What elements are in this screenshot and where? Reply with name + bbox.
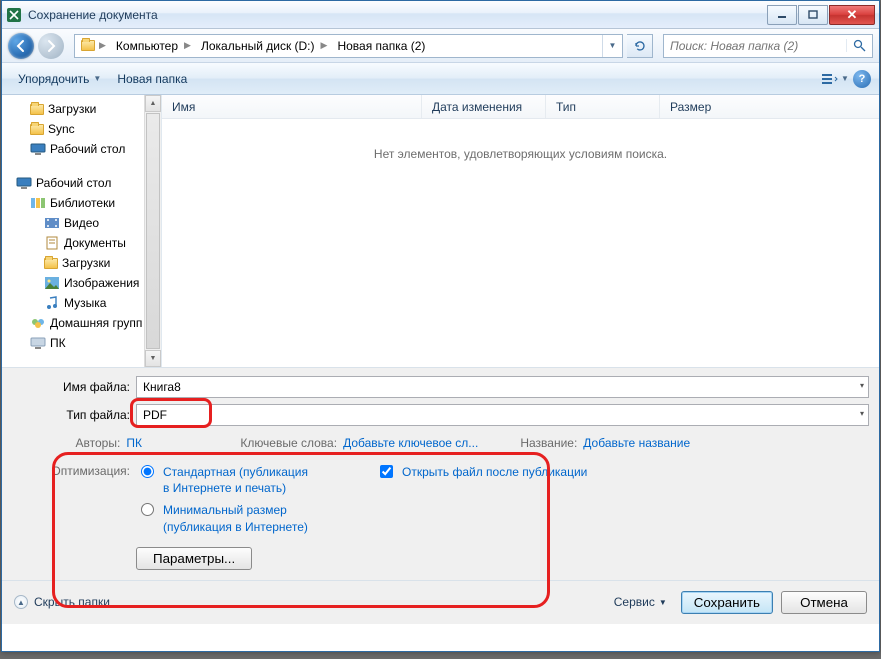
refresh-button[interactable] xyxy=(627,34,653,58)
breadcrumb-disk[interactable]: Локальный диск (D:) xyxy=(193,35,319,57)
window-title: Сохранение документа xyxy=(28,8,766,22)
filename-label: Имя файла: xyxy=(12,380,136,394)
folder-icon xyxy=(30,104,44,115)
save-button[interactable]: Сохранить xyxy=(681,591,773,614)
music-icon xyxy=(44,295,60,311)
view-options-button[interactable]: ▼ xyxy=(821,68,849,90)
tree-video[interactable]: Видео xyxy=(64,216,99,230)
folder-icon xyxy=(81,40,95,51)
filetype-select[interactable]: PDF▾ xyxy=(136,404,869,426)
minimize-button[interactable] xyxy=(767,5,797,25)
filetype-label: Тип файла: xyxy=(12,408,136,422)
tree-sync[interactable]: Sync xyxy=(48,122,75,136)
authors-value[interactable]: ПК xyxy=(126,436,142,450)
title-value[interactable]: Добавьте название xyxy=(583,436,690,450)
dialog-footer: ▲ Скрыть папки Сервис▼ Сохранить Отмена xyxy=(2,580,879,624)
folder-icon xyxy=(30,124,44,135)
tree-music[interactable]: Музыка xyxy=(64,296,106,310)
address-dropdown[interactable]: ▼ xyxy=(602,35,622,57)
filename-input[interactable]: Книга8▾ xyxy=(136,376,869,398)
tree-desktop-fav[interactable]: Рабочий стол xyxy=(50,142,125,156)
search-input[interactable] xyxy=(664,39,846,53)
documents-icon xyxy=(44,235,60,251)
column-type[interactable]: Тип xyxy=(546,95,660,118)
cancel-button[interactable]: Отмена xyxy=(781,591,867,614)
libraries-icon xyxy=(30,195,46,211)
checkbox-open-after[interactable]: Открыть файл после публикации xyxy=(376,464,587,481)
hide-folders-link[interactable]: Скрыть папки xyxy=(34,595,110,609)
app-icon xyxy=(6,7,22,23)
new-folder-button[interactable]: Новая папка xyxy=(109,68,195,90)
navigation-bar: ▶ Компьютер ▶ Локальный диск (D:) ▶ Нова… xyxy=(2,29,879,63)
folder-tree[interactable]: Загрузки Sync Рабочий стол Рабочий стол … xyxy=(2,95,162,367)
tree-libraries[interactable]: Библиотеки xyxy=(50,196,115,210)
back-button[interactable] xyxy=(8,33,34,59)
tree-downloads2[interactable]: Загрузки xyxy=(62,256,110,270)
save-options-panel: Имя файла: Книга8▾ Тип файла: PDF▾ Автор… xyxy=(2,367,879,580)
empty-message: Нет элементов, удовлетворяющих условиям … xyxy=(162,119,879,161)
computer-icon xyxy=(30,335,46,351)
desktop-icon xyxy=(16,175,32,191)
radio-standard[interactable]: Стандартная (публикация в Интернете и пе… xyxy=(136,464,316,496)
tree-desktop[interactable]: Рабочий стол xyxy=(36,176,111,190)
breadcrumb-computer[interactable]: Компьютер xyxy=(108,35,182,57)
tree-downloads[interactable]: Загрузки xyxy=(48,102,96,116)
desktop-icon xyxy=(30,141,46,157)
file-list-pane: Имя Дата изменения Тип Размер Нет элемен… xyxy=(162,95,879,367)
breadcrumb-folder[interactable]: Новая папка (2) xyxy=(329,35,429,57)
column-date[interactable]: Дата изменения xyxy=(422,95,546,118)
column-size[interactable]: Размер xyxy=(660,95,879,118)
tree-homegroup[interactable]: Домашняя групп xyxy=(50,316,142,330)
column-name[interactable]: Имя xyxy=(162,95,422,118)
help-button[interactable]: ? xyxy=(853,70,871,88)
keywords-value[interactable]: Добавьте ключевое сл... xyxy=(343,436,478,450)
close-button[interactable]: ✕ xyxy=(829,5,875,25)
search-box[interactable] xyxy=(663,34,873,58)
title-label: Название: xyxy=(520,436,577,450)
toolbar: Упорядочить▼ Новая папка ▼ ? xyxy=(2,63,879,95)
video-icon xyxy=(44,215,60,231)
optimization-label: Оптимизация: xyxy=(12,464,136,570)
pictures-icon xyxy=(44,275,60,291)
organize-button[interactable]: Упорядочить▼ xyxy=(10,68,109,90)
service-dropdown[interactable]: Сервис▼ xyxy=(608,595,673,609)
maximize-button[interactable] xyxy=(798,5,828,25)
forward-button[interactable] xyxy=(38,33,64,59)
search-icon[interactable] xyxy=(846,39,872,52)
address-bar[interactable]: ▶ Компьютер ▶ Локальный диск (D:) ▶ Нова… xyxy=(74,34,623,58)
parameters-button[interactable]: Параметры... xyxy=(136,547,252,570)
folder-icon xyxy=(44,258,58,269)
keywords-label: Ключевые слова: xyxy=(240,436,337,450)
tree-pictures[interactable]: Изображения xyxy=(64,276,139,290)
radio-minimal[interactable]: Минимальный размер (публикация в Интерне… xyxy=(136,502,316,534)
titlebar: Сохранение документа ✕ xyxy=(2,1,879,29)
tree-documents[interactable]: Документы xyxy=(64,236,126,250)
expand-icon[interactable]: ▲ xyxy=(14,595,28,609)
authors-label: Авторы: xyxy=(70,436,120,450)
homegroup-icon xyxy=(30,315,46,331)
tree-scrollbar[interactable]: ▲▼ xyxy=(144,95,161,367)
tree-pc[interactable]: ПК xyxy=(50,336,66,350)
